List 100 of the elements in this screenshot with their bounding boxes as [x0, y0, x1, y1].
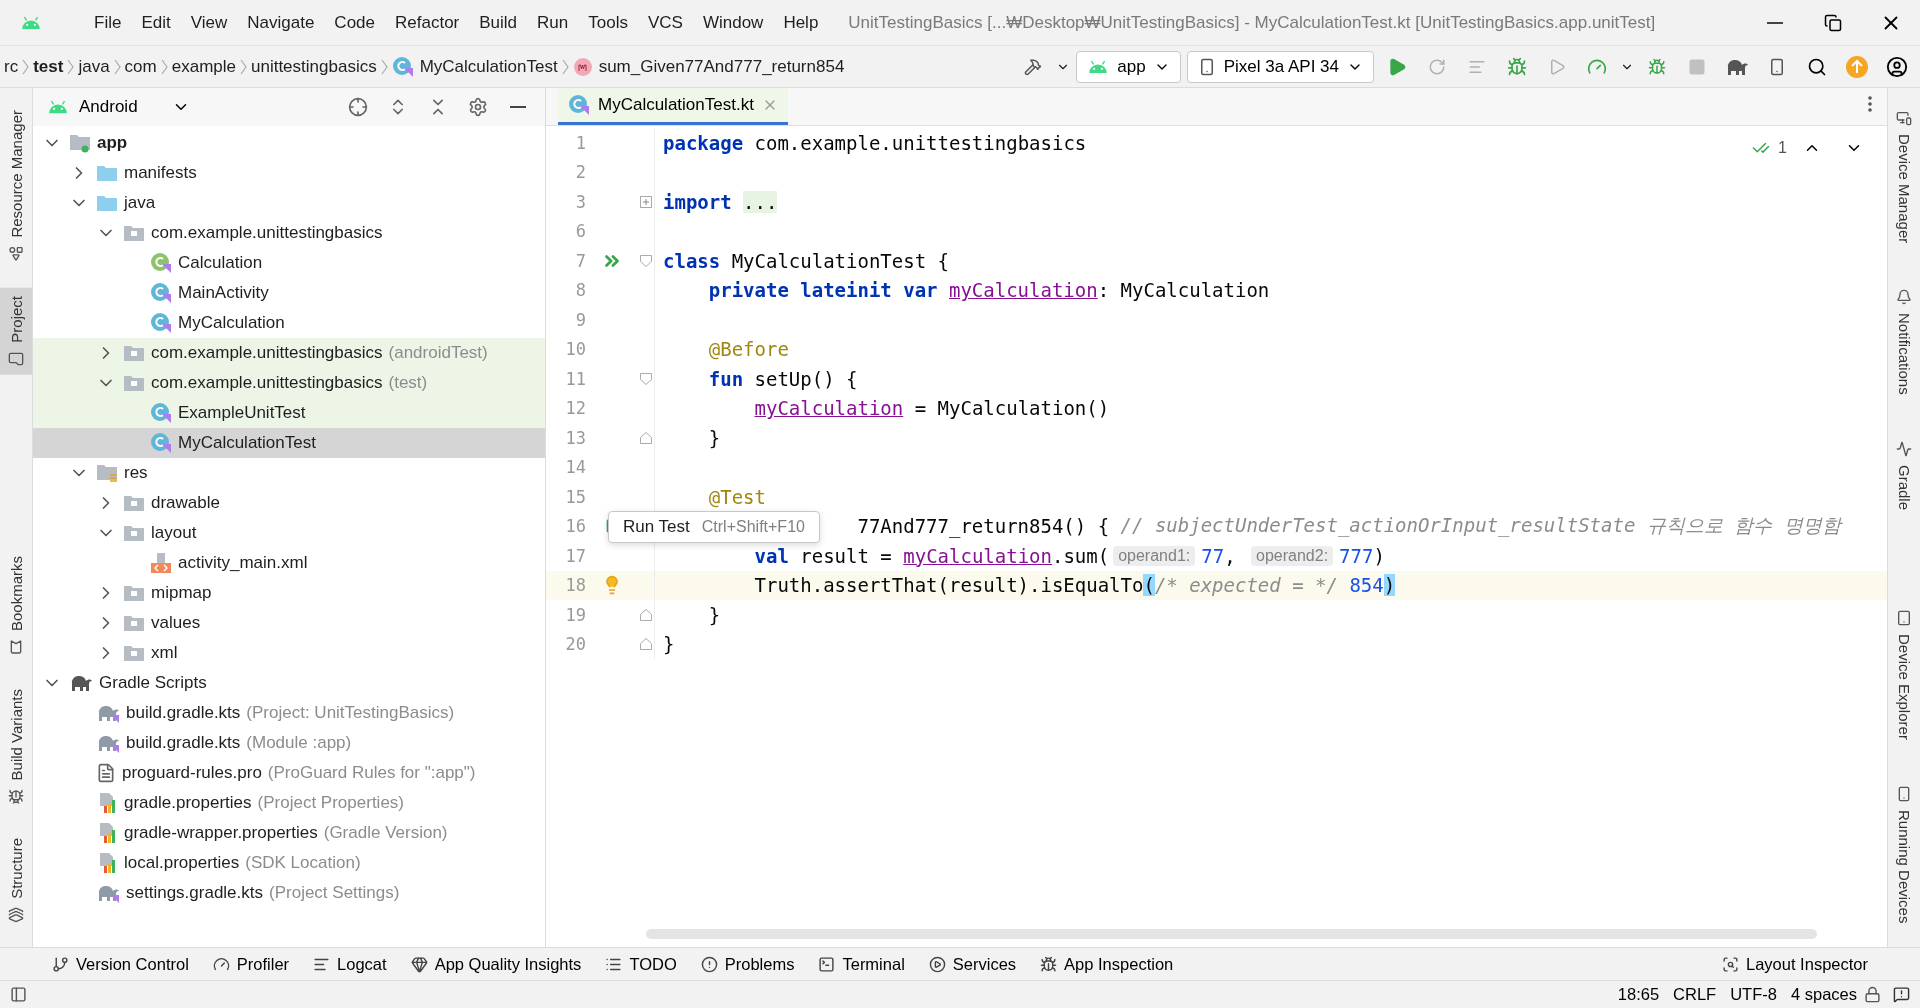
- menu-item[interactable]: VCS: [637, 12, 693, 33]
- horizontal-scrollbar[interactable]: [646, 929, 1817, 939]
- tool-window-button[interactable]: TODO: [593, 954, 689, 974]
- tree-item[interactable]: values: [33, 608, 545, 638]
- text-file-icon: [96, 763, 116, 783]
- breadcrumb[interactable]: unittestingbasics: [247, 56, 381, 77]
- line-number: 18: [564, 575, 586, 596]
- tree-item[interactable]: MyCalculationTest: [33, 428, 545, 458]
- tool-window-button[interactable]: Problems: [688, 954, 807, 974]
- fold-end-icon[interactable]: [640, 608, 652, 621]
- tool-window-button[interactable]: Device Explorer: [1888, 601, 1920, 748]
- menu-item[interactable]: Refactor: [385, 12, 470, 33]
- breadcrumb-separator-icon: [380, 58, 388, 75]
- tool-window-button[interactable]: Notifications: [1888, 281, 1920, 403]
- tree-item[interactable]: MyCalculation: [33, 308, 545, 338]
- kotlin-class-icon: [568, 94, 590, 116]
- device-dropdown[interactable]: Pixel 3a API 34: [1186, 50, 1374, 83]
- menu-item[interactable]: Code: [324, 12, 385, 33]
- tree-item[interactable]: settings.gradle.kts (Project Settings): [33, 878, 545, 908]
- code-line: val result = myCalculation.sum( operand1: 77, operand2: 777): [654, 541, 1385, 571]
- tree-item[interactable]: MainActivity: [33, 278, 545, 308]
- fold-expand-icon[interactable]: [640, 195, 652, 208]
- fold-end-icon[interactable]: [640, 638, 652, 651]
- tool-window-button[interactable]: Layout Inspector: [1710, 954, 1880, 974]
- tree-item[interactable]: com.example.unittestingbasics: [33, 218, 545, 248]
- tree-item[interactable]: activity_main.xml: [33, 548, 545, 578]
- breadcrumb[interactable]: example: [167, 56, 240, 77]
- menu-item[interactable]: Help: [773, 12, 829, 33]
- tree-item[interactable]: java: [33, 188, 545, 218]
- tool-window-icon: [8, 245, 24, 262]
- breadcrumb[interactable]: sum_Given77And777_return854: [568, 56, 849, 77]
- tool-window-button[interactable]: Version Control: [40, 954, 201, 974]
- tree-item[interactable]: app: [33, 128, 545, 158]
- tree-item[interactable]: build.gradle.kts (Project: UnitTestingBasics): [33, 698, 545, 728]
- tool-window-button[interactable]: Gradle: [1888, 432, 1920, 518]
- tree-item[interactable]: proguard-rules.pro (ProGuard Rules for ":app"): [33, 758, 545, 788]
- tree-item[interactable]: Gradle Scripts: [33, 668, 545, 698]
- restart-icon: [1428, 57, 1446, 76]
- code-line: private lateinit var myCalculation: MyCalculation: [654, 275, 1270, 305]
- menu-item[interactable]: Navigate: [237, 12, 325, 33]
- tool-window-button[interactable]: Project: [0, 287, 32, 375]
- breadcrumb[interactable]: rc: [0, 56, 23, 77]
- tool-window-button[interactable]: Running Devices: [1888, 777, 1920, 931]
- menu-item[interactable]: Edit: [131, 12, 181, 33]
- line-separator[interactable]: CRLF: [1666, 985, 1724, 1004]
- tree-item[interactable]: build.gradle.kts (Module :app): [33, 728, 545, 758]
- notification-icon: [1893, 986, 1910, 1003]
- fold-icon[interactable]: [640, 254, 652, 267]
- tool-window-button[interactable]: App Inspection: [1028, 954, 1186, 974]
- tool-window-button[interactable]: Resource Manager: [0, 102, 32, 270]
- tree-item[interactable]: com.example.unittestingbasics (androidTest): [33, 338, 545, 368]
- menu-item[interactable]: File: [84, 12, 132, 33]
- file-encoding[interactable]: UTF-8: [1723, 985, 1784, 1004]
- tool-icon: [410, 955, 428, 973]
- tree-item[interactable]: layout: [33, 518, 545, 548]
- tree-item[interactable]: manifests: [33, 158, 545, 188]
- tree-item[interactable]: gradle-wrapper.properties (Gradle Version): [33, 818, 545, 848]
- menu-item[interactable]: Window: [692, 12, 774, 33]
- editor-tab[interactable]: MyCalculationTest.kt: [558, 88, 788, 125]
- breadcrumb[interactable]: test: [29, 56, 68, 77]
- tool-window-button[interactable]: Profiler: [200, 954, 302, 974]
- tool-window-button[interactable]: Logcat: [301, 954, 399, 974]
- tree-item[interactable]: local.properties (SDK Location): [33, 848, 545, 878]
- tree-item[interactable]: gradle.properties (Project Properties): [33, 788, 545, 818]
- minimize-icon: [1767, 21, 1783, 24]
- menu-item[interactable]: Build: [469, 12, 528, 33]
- tool-window-button[interactable]: Services: [916, 954, 1029, 974]
- tool-window-icon: [1896, 440, 1912, 457]
- tool-window-button[interactable]: Bookmarks: [0, 547, 32, 663]
- tree-item[interactable]: drawable: [33, 488, 545, 518]
- tree-item[interactable]: com.example.unittestingbasics (test): [33, 368, 545, 398]
- module-dropdown[interactable]: app: [1076, 50, 1181, 83]
- project-view-dropdown[interactable]: Android: [47, 97, 190, 117]
- menu-item[interactable]: Run: [527, 12, 579, 33]
- breadcrumb[interactable]: MyCalculationTest: [387, 55, 562, 78]
- tool-window-button[interactable]: Structure: [0, 830, 32, 931]
- tree-item[interactable]: res: [33, 458, 545, 488]
- tree-item[interactable]: ExampleUnitTest: [33, 398, 545, 428]
- indent-setting[interactable]: 4 spaces: [1783, 985, 1864, 1004]
- fold-icon[interactable]: [640, 372, 652, 385]
- module-folder-icon: [69, 133, 91, 153]
- tree-item[interactable]: mipmap: [33, 578, 545, 608]
- menu-item[interactable]: View: [180, 12, 238, 33]
- tool-window-button[interactable]: Build Variants: [0, 680, 32, 813]
- line-number: 16: [564, 516, 586, 537]
- tool-window-button[interactable]: Terminal: [806, 954, 917, 974]
- line-number: 2: [574, 162, 586, 183]
- tool-window-button[interactable]: App Quality Insights: [398, 954, 594, 974]
- breadcrumb[interactable]: com: [120, 56, 161, 77]
- breadcrumb[interactable]: java: [74, 56, 114, 77]
- tree-item[interactable]: Calculation: [33, 248, 545, 278]
- gradle-elephant-icon: [69, 673, 93, 693]
- fold-end-icon[interactable]: [640, 431, 652, 444]
- tree-item[interactable]: xml: [33, 638, 545, 668]
- gradle-file-icon: [96, 703, 120, 723]
- tool-window-icon: [8, 788, 24, 805]
- line-number: 13: [564, 427, 586, 448]
- tool-window-button[interactable]: Device Manager: [1888, 102, 1920, 252]
- menu-item[interactable]: Tools: [578, 12, 638, 33]
- caret-position[interactable]: 18:65: [1610, 985, 1667, 1004]
